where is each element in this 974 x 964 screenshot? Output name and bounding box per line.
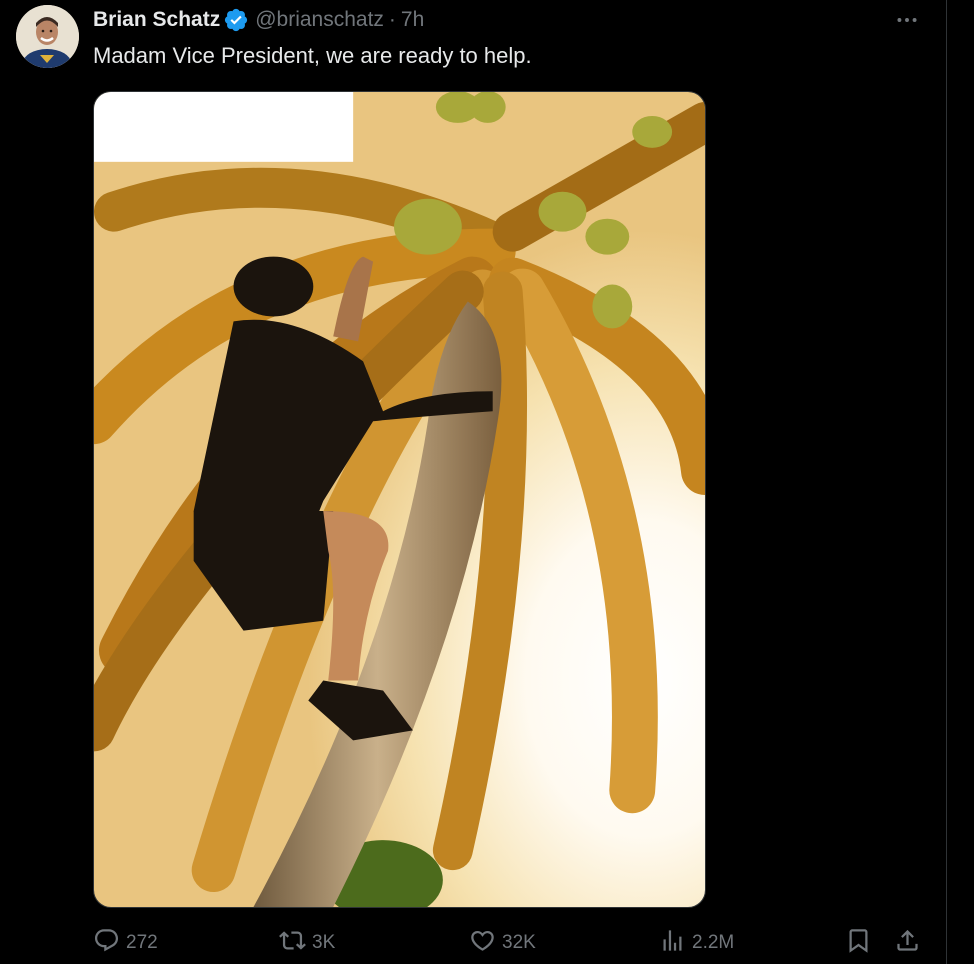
author-name[interactable]: Brian Schatz [93, 8, 220, 32]
views-bar-chart-icon [659, 927, 686, 960]
author-avatar[interactable] [16, 5, 79, 68]
heart-icon [469, 927, 496, 960]
tweet-text: Madam Vice President, we are ready to he… [93, 43, 532, 68]
tweet[interactable]: Brian Schatz @brianschatz · 7h Madam Vic… [0, 0, 946, 964]
share-button[interactable] [894, 926, 921, 960]
separator-dot: · [388, 8, 396, 31]
repost-icon [279, 927, 306, 960]
tweet-timestamp[interactable]: 7h [401, 8, 424, 32]
bookmark-button[interactable] [845, 926, 872, 960]
views-count: 2.2M [692, 932, 735, 953]
views-button[interactable]: 2.2M [659, 926, 734, 960]
repost-count: 3K [312, 932, 336, 953]
reply-button[interactable]: 272 [93, 926, 158, 960]
like-count: 32K [502, 932, 536, 953]
repost-button[interactable]: 3K [279, 926, 335, 960]
share-icon [894, 927, 921, 960]
more-dots-icon[interactable] [893, 8, 921, 32]
verified-badge-icon[interactable] [223, 7, 249, 33]
tweet-header: Brian Schatz @brianschatz · 7h [93, 6, 424, 34]
tweet-actions: 272 3K 32K 2.2M [93, 926, 923, 960]
timeline-border [946, 0, 947, 964]
reply-count: 272 [126, 932, 158, 953]
author-handle[interactable]: @brianschatz [255, 8, 384, 32]
reply-icon [93, 927, 120, 960]
bookmark-icon [845, 927, 872, 960]
tweet-photo[interactable] [93, 91, 706, 908]
like-button[interactable]: 32K [469, 926, 536, 960]
